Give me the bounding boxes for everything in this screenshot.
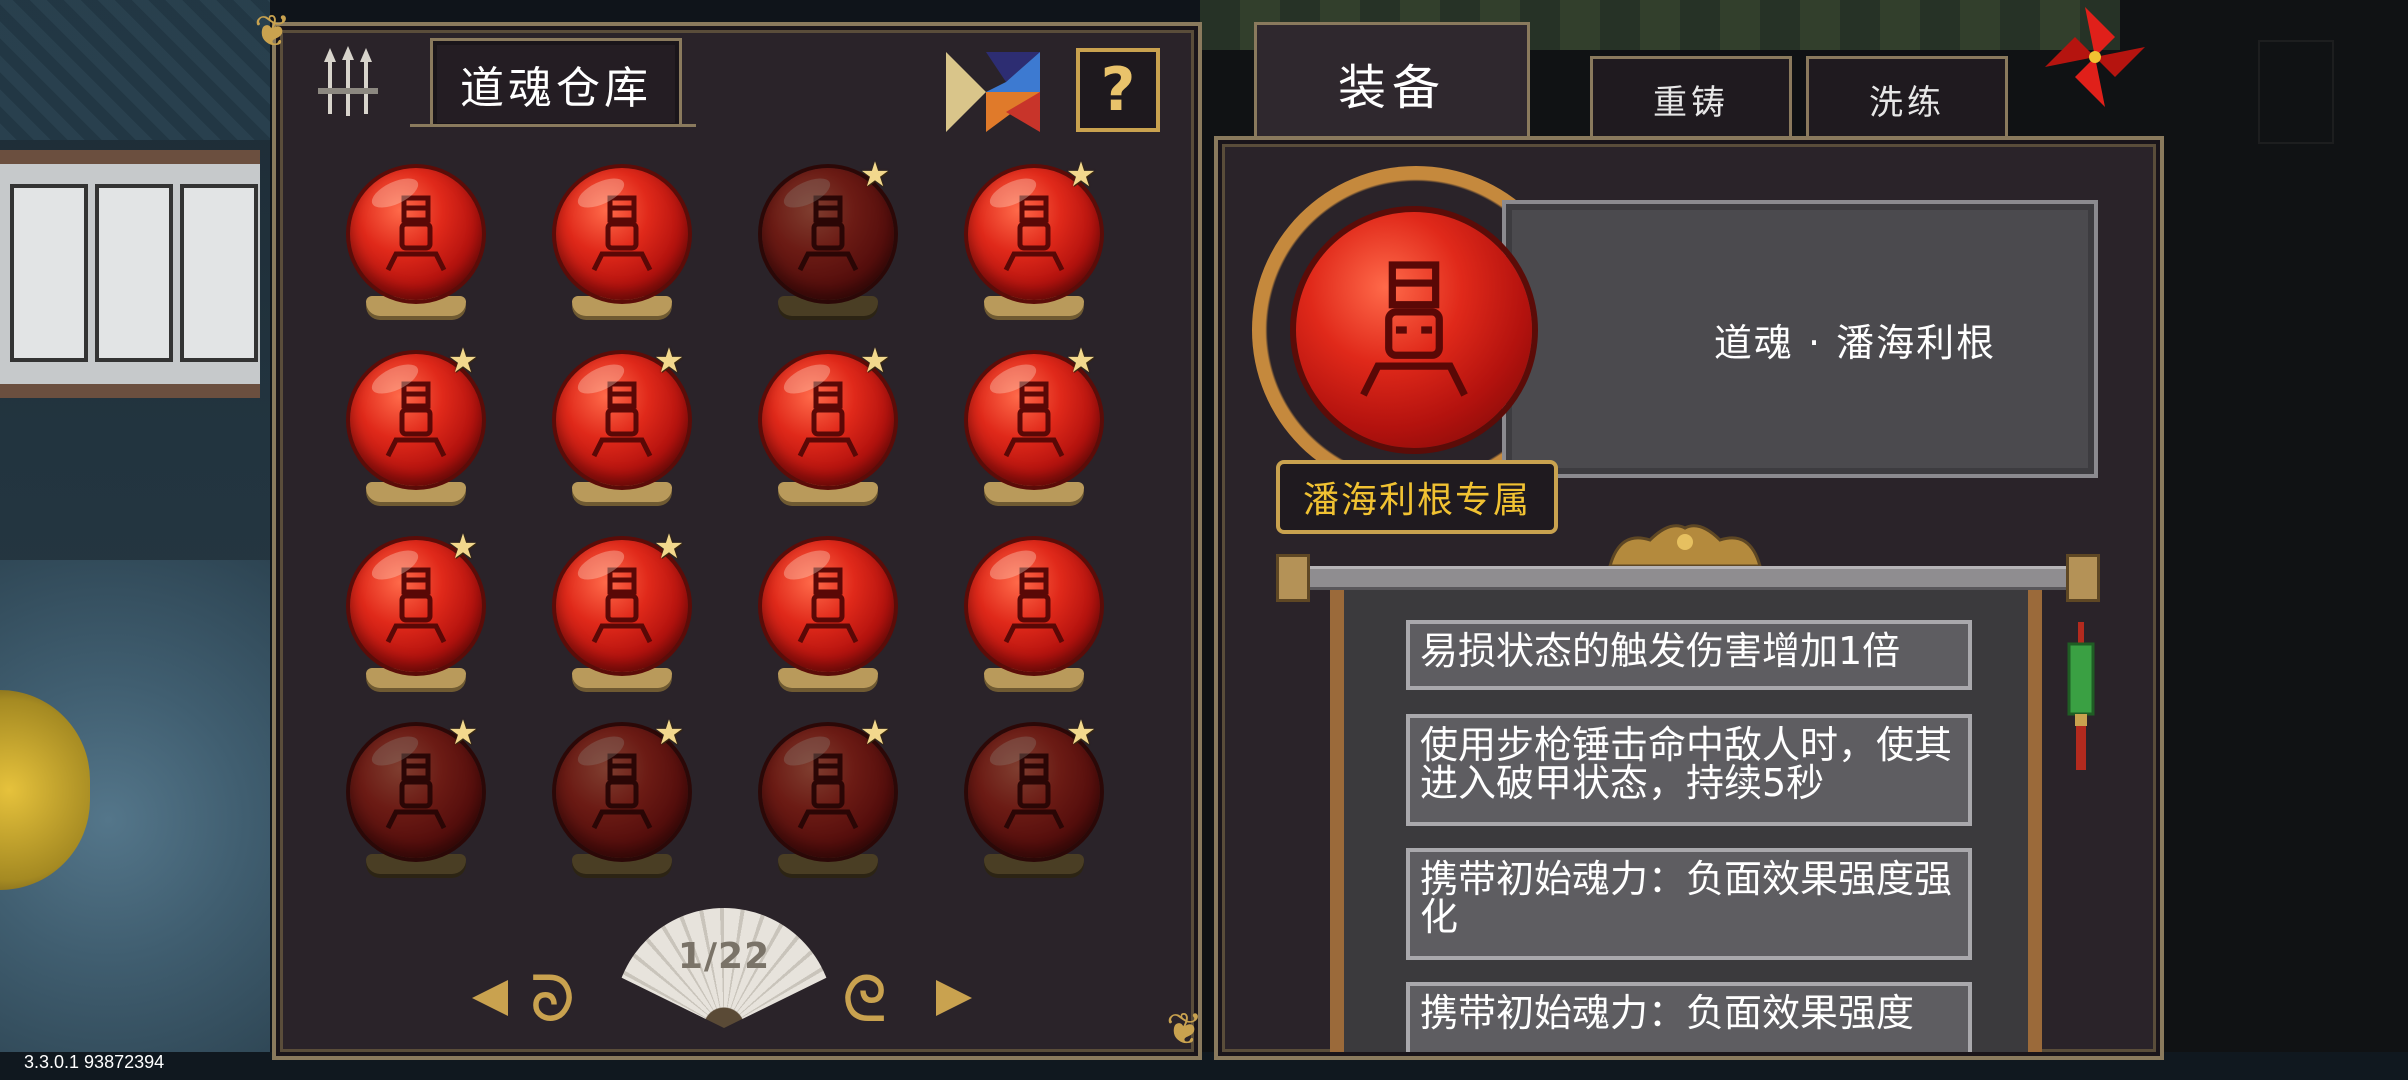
window-pane (180, 184, 258, 362)
scroll-rod-cap (1276, 554, 1310, 602)
soul-figure-icon (591, 753, 653, 830)
pinwheel-icon[interactable] (2040, 2, 2150, 112)
warehouse-title: 道魂仓库 (430, 38, 682, 127)
star-icon: ★ (653, 527, 685, 567)
tab-refine[interactable]: 洗练 (1806, 56, 2008, 140)
soul-figure-icon (385, 195, 447, 272)
effect-line: 使用步枪锤击命中敌人时，使其进入破甲状态，持续5秒 (1406, 714, 1972, 826)
background-pattern (0, 0, 270, 140)
star-icon: ★ (1065, 713, 1097, 753)
soul-figure-icon (385, 381, 447, 458)
soul-figure-icon (1003, 195, 1065, 272)
star-icon: ★ (1065, 155, 1097, 195)
soul-orb-slot[interactable] (330, 168, 490, 338)
soul-orb-slot[interactable]: ★ (330, 716, 490, 896)
soul-figure-icon (385, 753, 447, 830)
soul-orb-slot[interactable]: ★ (330, 344, 490, 524)
scroll-rod (1280, 566, 2092, 590)
window-pane (95, 184, 173, 362)
window-pane (10, 184, 88, 362)
title-underline (410, 124, 696, 127)
soul-orb-slot[interactable] (536, 168, 696, 338)
star-icon: ★ (653, 341, 685, 381)
prev-page-arrow[interactable] (472, 980, 508, 1016)
selected-soul-orb[interactable] (1296, 212, 1532, 448)
soul-orb-slot[interactable]: ★ (742, 344, 902, 524)
soul-orb-slot[interactable]: ★ (742, 158, 902, 338)
soul-orb-slot[interactable]: ★ (742, 716, 902, 896)
soul-orb-slot[interactable]: ★ (948, 716, 1108, 896)
jade-tassel-icon (2067, 622, 2095, 770)
scroll-top-ornament (1608, 524, 1762, 568)
soul-orb-slot[interactable]: ★ (948, 158, 1108, 338)
soul-orb-slot[interactable]: ★ (536, 344, 696, 524)
soul-figure-icon (797, 753, 859, 830)
soul-figure-icon (797, 195, 859, 272)
soul-figure-icon (385, 567, 447, 644)
corner-faded-icon (2258, 40, 2334, 144)
effect-line: 携带初始魂力：负面效果强度 (1406, 982, 1972, 1052)
exclusive-badge: 潘海利根专属 (1276, 460, 1558, 534)
soul-name: 道魂 · 潘海利根 (1713, 321, 1997, 365)
soul-orb-slot[interactable]: ★ (330, 530, 490, 710)
tab-reforge[interactable]: 重铸 (1590, 56, 1792, 140)
soul-figure-icon (797, 567, 859, 644)
star-icon: ★ (859, 341, 891, 381)
effect-line: 易损状态的触发伤害增加1倍 (1406, 620, 1972, 690)
star-icon: ★ (859, 155, 891, 195)
soul-figure-icon (1360, 261, 1468, 397)
star-icon: ★ (859, 713, 891, 753)
swirl-ornament-left: ᘐ (530, 963, 576, 1037)
star-icon: ★ (447, 341, 479, 381)
soul-orb (762, 540, 894, 672)
tangram-sort-icon[interactable] (946, 52, 1040, 132)
soul-orb-slot[interactable]: ★ (536, 530, 696, 710)
weapons-rack-icon[interactable] (310, 44, 390, 124)
soul-figure-icon (591, 381, 653, 458)
soul-orb (350, 168, 482, 300)
soul-figure-icon (1003, 381, 1065, 458)
page-indicator: 1/22 (677, 936, 771, 977)
tab-equip[interactable]: 装备 (1254, 22, 1530, 140)
soul-orb (968, 540, 1100, 672)
soul-orb-slot[interactable]: ★ (536, 716, 696, 896)
star-icon: ★ (447, 713, 479, 753)
next-page-arrow[interactable] (936, 980, 972, 1016)
effects-scroll[interactable]: 易损状态的触发伤害增加1倍 使用步枪锤击命中敌人时，使其进入破甲状态，持续5秒 … (1330, 590, 2042, 1052)
corner-scroll-ornament: ❦ (1166, 1004, 1203, 1055)
background-window (0, 150, 260, 398)
soul-figure-icon (797, 381, 859, 458)
star-icon: ★ (447, 527, 479, 567)
star-icon: ★ (653, 713, 685, 753)
soul-figure-icon (1003, 567, 1065, 644)
effect-line: 携带初始魂力：负面效果强度强化 (1406, 848, 1972, 960)
soul-orb-slot[interactable] (742, 540, 902, 710)
scroll-rod-cap (2066, 554, 2100, 602)
star-icon: ★ (1065, 341, 1097, 381)
soul-figure-icon (1003, 753, 1065, 830)
soul-figure-icon (591, 195, 653, 272)
soul-orb-slot[interactable]: ★ (948, 344, 1108, 524)
corner-scroll-ornament: ❦ (254, 6, 291, 57)
help-button[interactable]: ? (1076, 48, 1160, 132)
version-label: 3.3.0.1 93872394 (24, 1052, 165, 1072)
soul-orb-slot[interactable] (948, 540, 1108, 710)
soul-orb (556, 168, 688, 300)
soul-figure-icon (591, 567, 653, 644)
swirl-ornament-right: ᘓ (842, 963, 888, 1037)
